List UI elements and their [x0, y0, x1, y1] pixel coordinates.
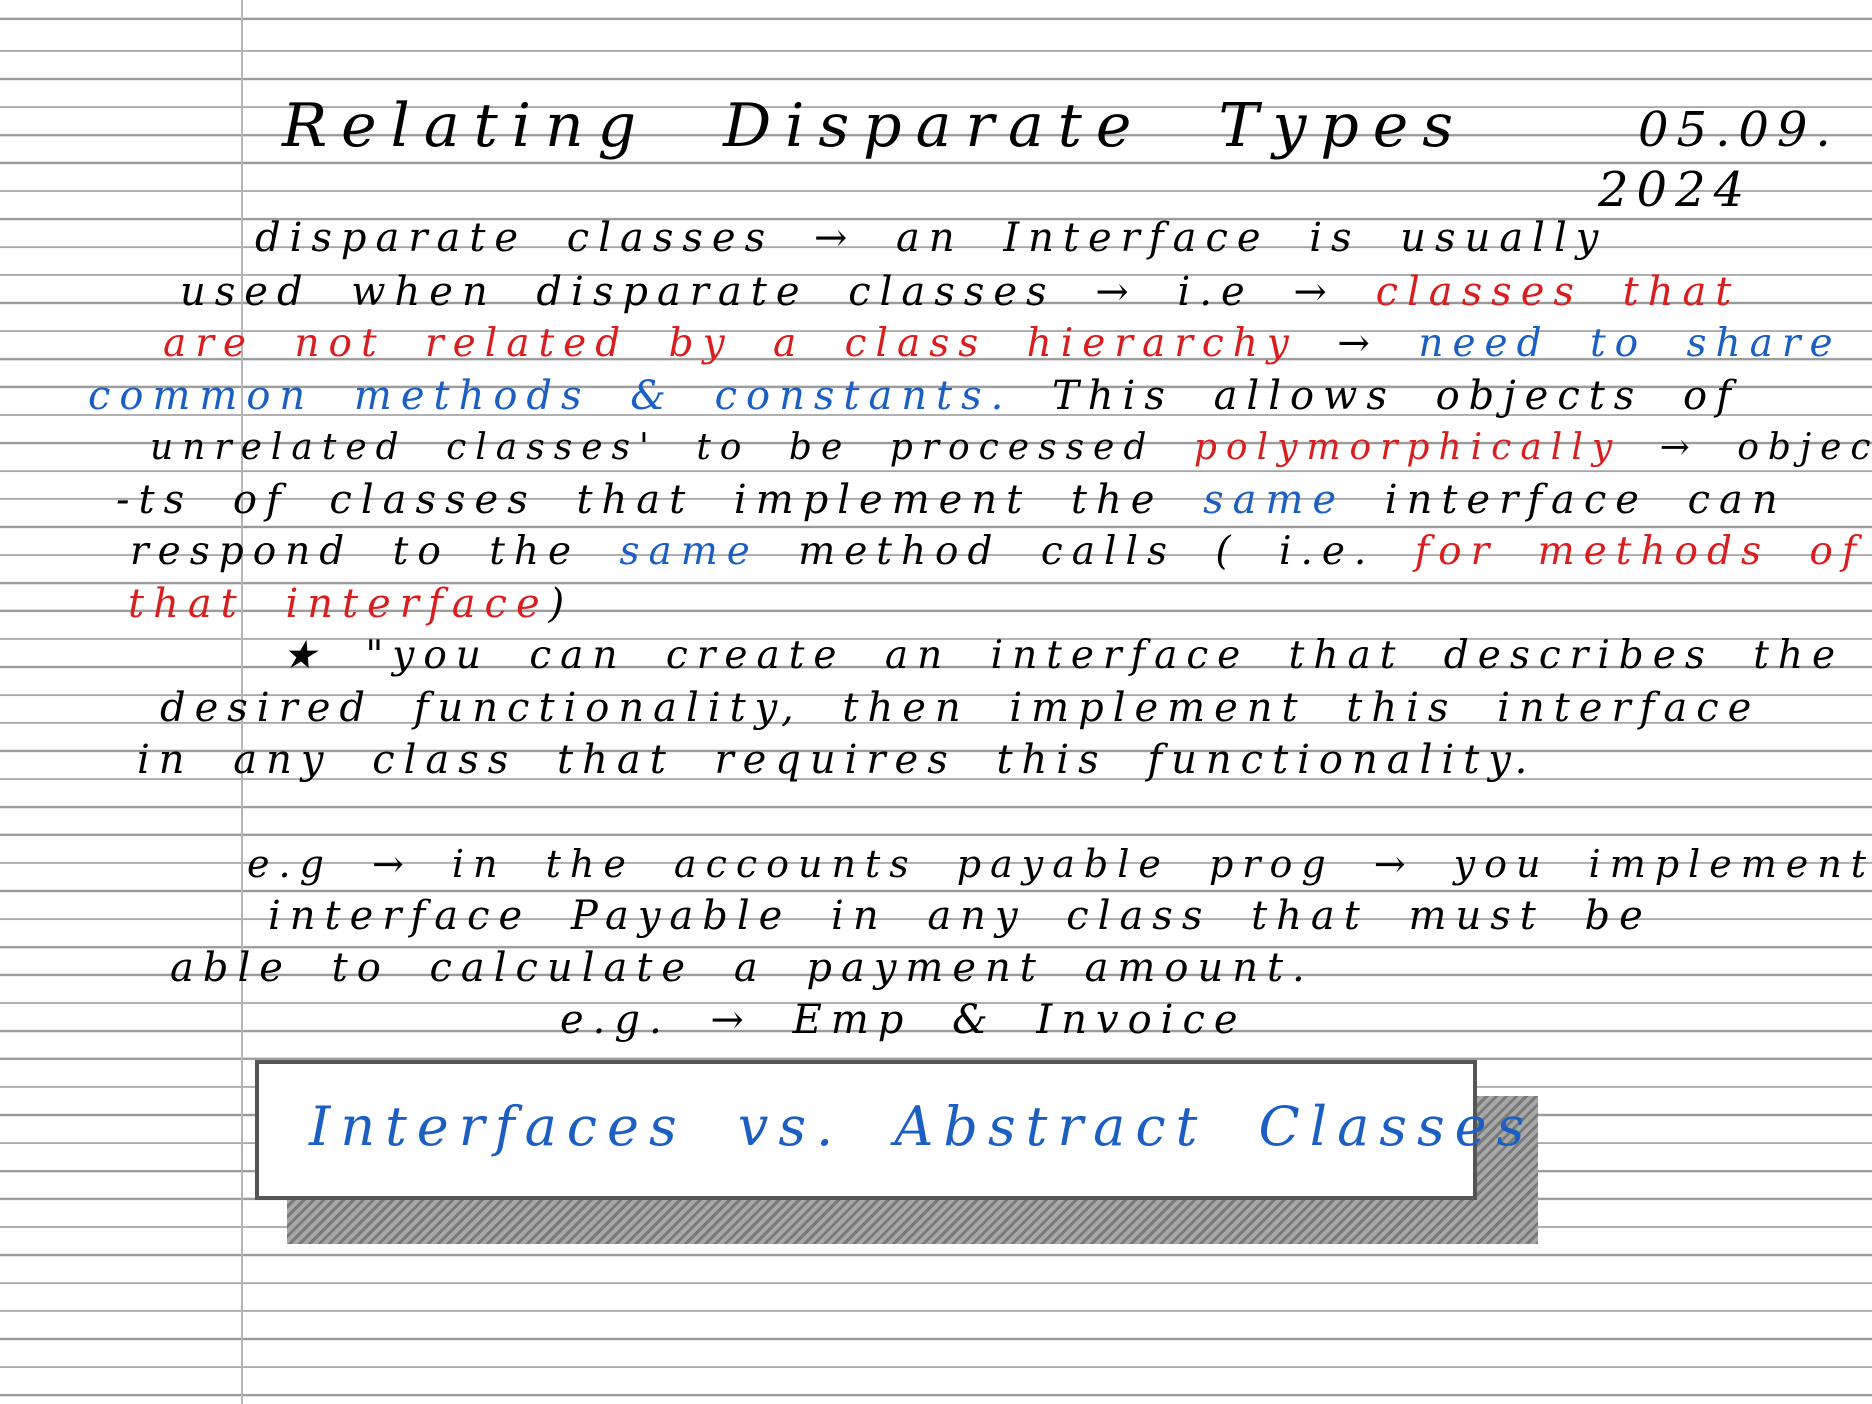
note-segment: → [1297, 321, 1419, 366]
note-segment: ) [548, 581, 574, 627]
note-title: Relating Disparate Types [282, 91, 1468, 161]
note-segment: unrelated classes' to be processed [150, 427, 1194, 468]
note-segment: method calls ( i.e. [758, 529, 1415, 574]
note-segment: → objec [1621, 427, 1872, 468]
date-line-1: 05.09. [1638, 102, 1839, 158]
note-line: respond to the same method calls ( i.e. … [130, 532, 1865, 572]
note-segment: desired functionality, then implement th… [160, 685, 1761, 731]
date-line-2: 2024 [1598, 162, 1753, 218]
note-segment: need to share [1418, 321, 1842, 366]
note-segment: e.g → in the accounts payable prog → you… [247, 842, 1872, 886]
note-segment: that interface [128, 581, 549, 627]
box-heading: Interfaces vs. Abstract Classes [309, 1095, 1535, 1158]
note-segment: able to calculate a payment amount. [170, 945, 1314, 991]
note-line: unrelated classes' to be processed polym… [150, 428, 1872, 468]
note-line: disparate classes → an Interface is usua… [255, 218, 1607, 258]
note-segment: for methods of [1414, 529, 1866, 574]
note-segment: classes that [1375, 269, 1741, 315]
note-segment: respond to the [130, 529, 620, 574]
note-line: used when disparate classes → i.e → clas… [180, 272, 1740, 312]
note-segment: used when disparate classes → i.e → [180, 269, 1376, 315]
note-line: ★ "you can create an interface that desc… [282, 636, 1844, 676]
note-segment: interface can [1345, 477, 1787, 523]
note-segment: in any class that requires this function… [137, 737, 1537, 783]
note-segment: same [619, 529, 759, 574]
note-line: e.g. → Emp & Invoice [560, 1000, 1247, 1040]
note-segment: -ts of classes that implement the [116, 477, 1204, 523]
note-line: are not related by a class hierarchy → n… [163, 324, 1842, 364]
note-segment: same [1203, 477, 1346, 523]
note-line: that interface) [128, 584, 573, 624]
note-line: interface Payable in any class that must… [268, 896, 1652, 936]
note-segment: disparate classes → an Interface is usua… [255, 215, 1608, 261]
note-segment: This allows objects of [1012, 373, 1740, 419]
note-line: in any class that requires this function… [137, 740, 1536, 780]
note-line: desired functionality, then implement th… [160, 688, 1760, 728]
note-line: e.g → in the accounts payable prog → you… [247, 844, 1872, 884]
note-segment: are not related by a class hierarchy [163, 321, 1298, 366]
ruled-paper: Relating Disparate Types 05.09. 2024 dis… [0, 0, 1872, 1404]
note-segment: e.g. → Emp & Invoice [560, 997, 1247, 1043]
note-segment: interface Payable in any class that must… [268, 893, 1652, 939]
heading-box: Interfaces vs. Abstract Classes [255, 1060, 1524, 1200]
note-segment: ★ "you can create an interface that desc… [282, 633, 1845, 678]
note-segment: common methods & constants. [88, 373, 1013, 419]
note-line: common methods & constants. This allows … [88, 376, 1740, 416]
note-line: able to calculate a payment amount. [170, 948, 1314, 988]
note-segment: polymorphically [1193, 427, 1622, 468]
note-line: -ts of classes that implement the same i… [116, 480, 1787, 520]
